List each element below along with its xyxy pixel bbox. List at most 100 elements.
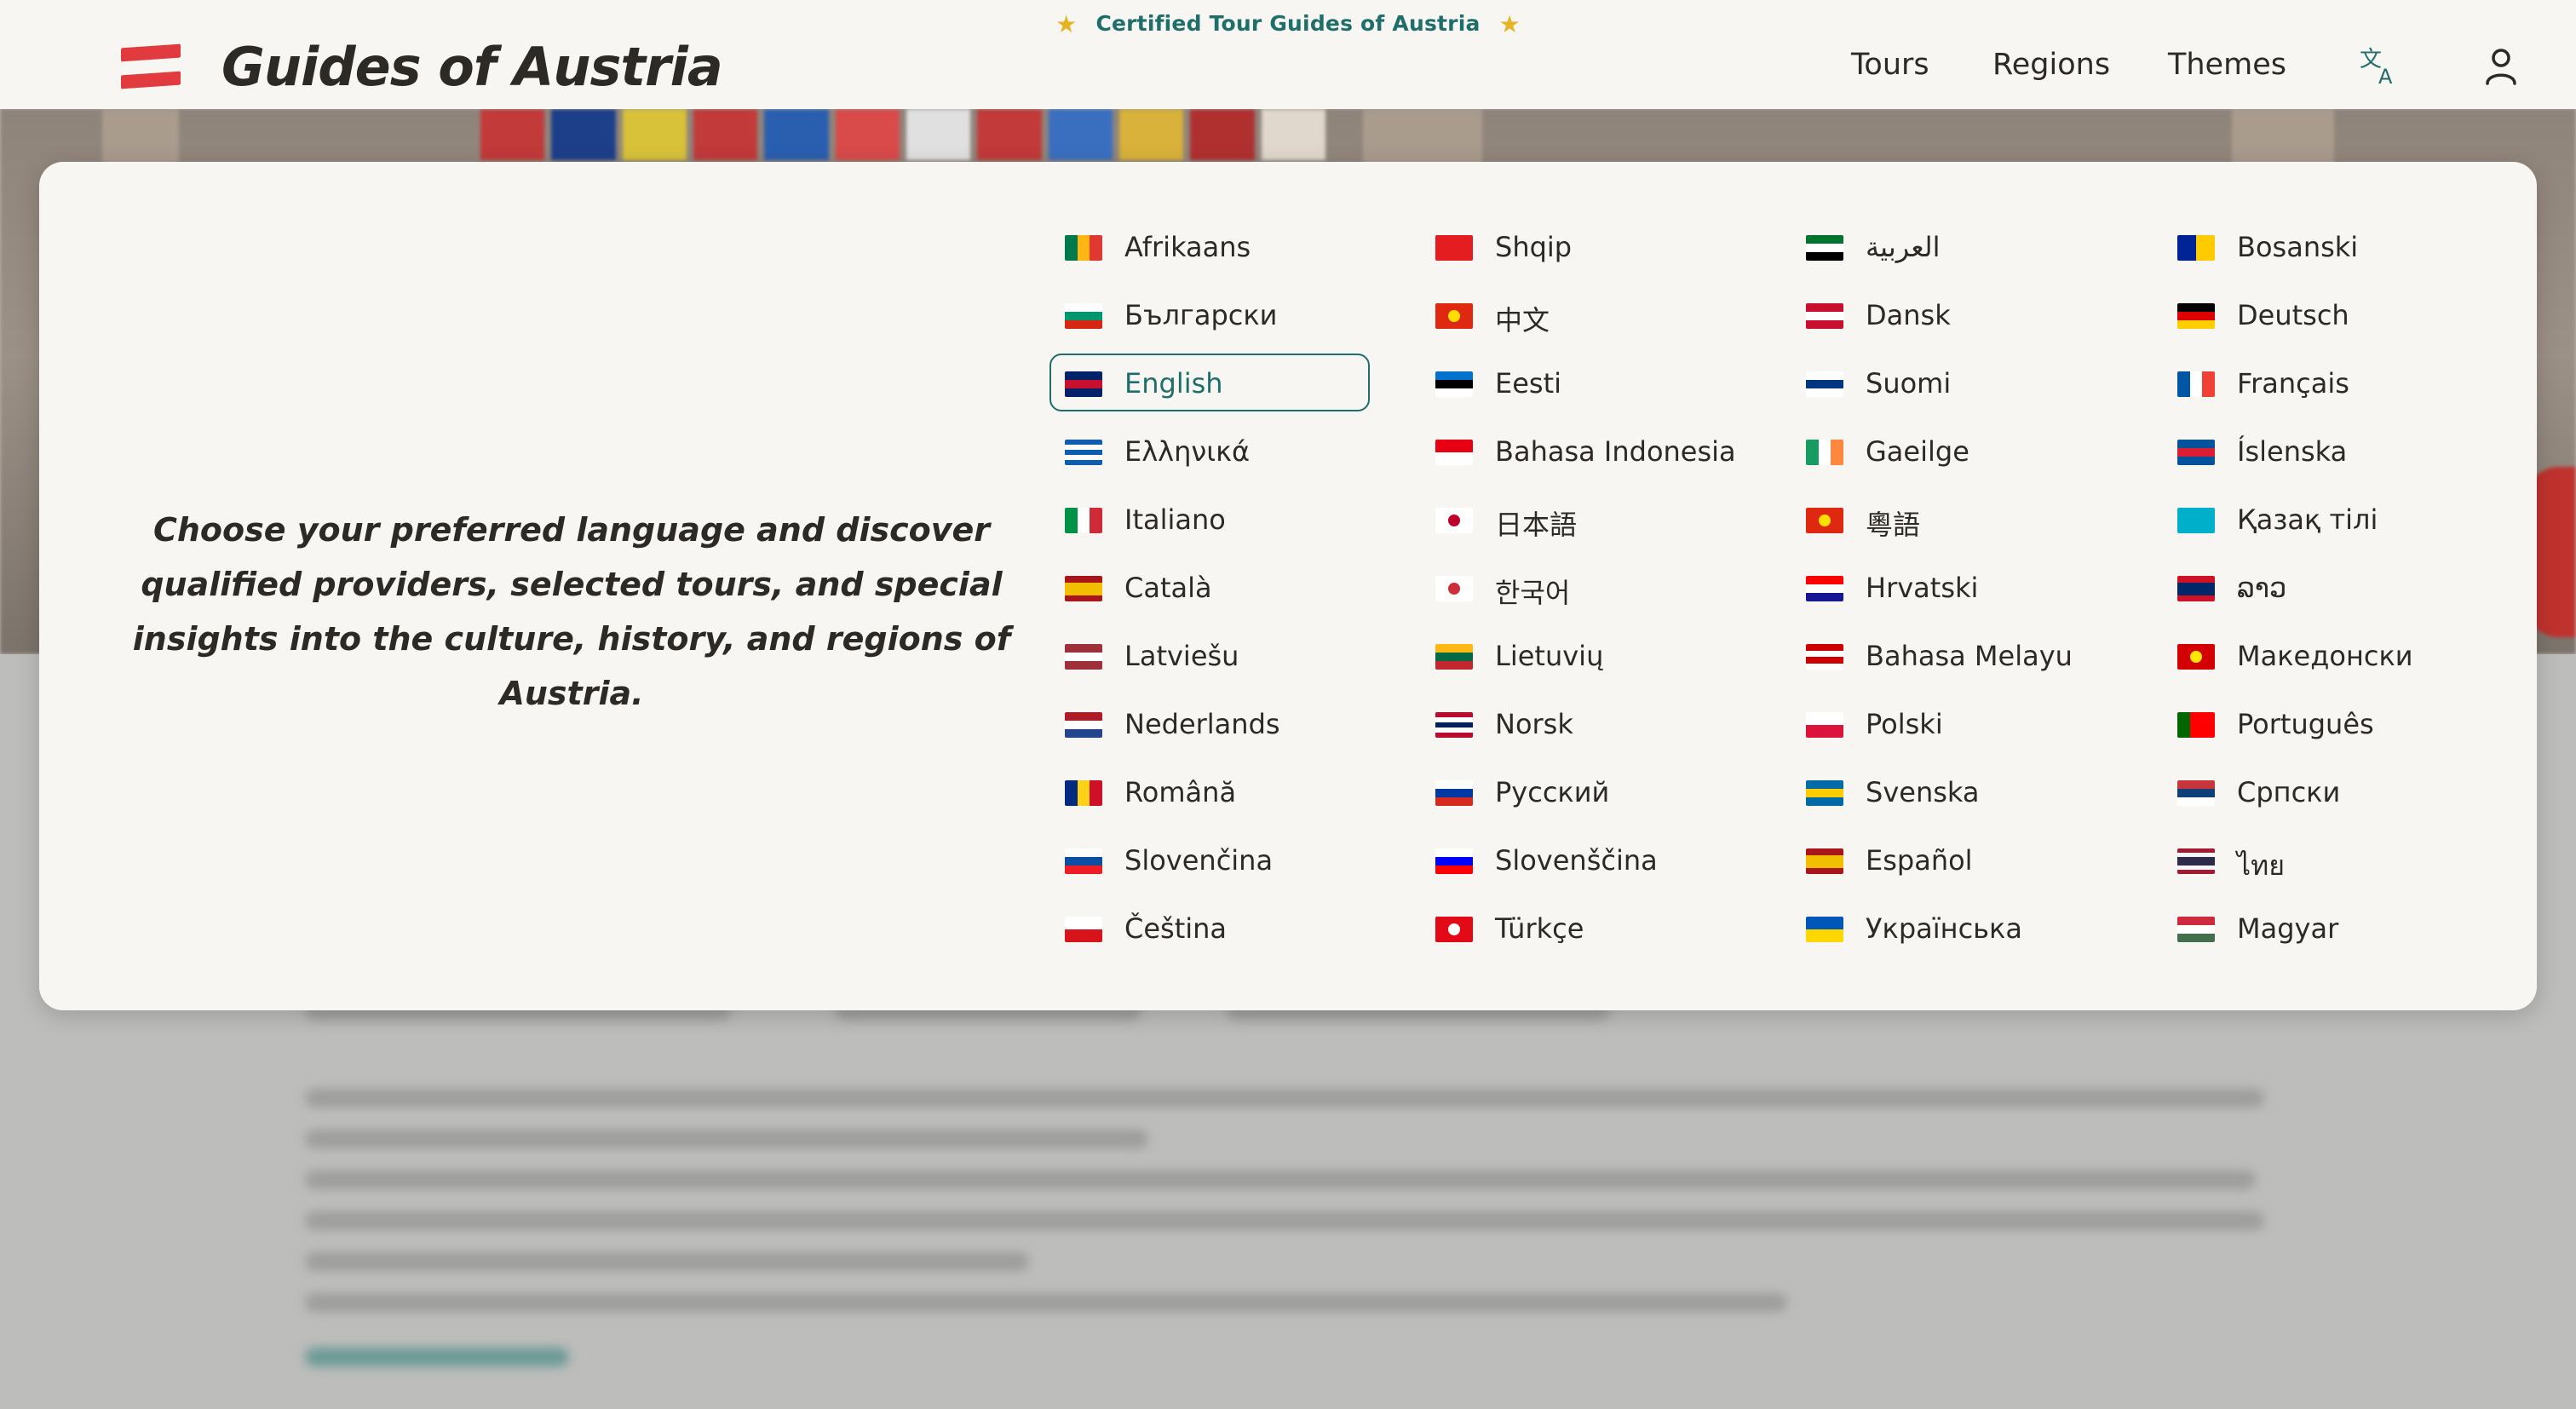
flag-icon [1435,644,1473,670]
language-option[interactable]: Čeština [1049,899,1370,957]
language-option[interactable]: Magyar [2162,899,2482,957]
flag-icon [1065,303,1102,329]
flag-icon [1065,780,1102,806]
language-option[interactable]: Русский [1420,762,1740,820]
language-option[interactable]: Ελληνικά [1049,422,1370,480]
flag-icon [1435,917,1473,942]
language-option-label: Türkçe [1495,912,1584,945]
language-option[interactable]: Lietuvių [1420,626,1740,684]
language-option[interactable]: Svenska [1791,762,2111,820]
language-option[interactable]: Nederlands [1049,694,1370,752]
language-option[interactable]: ລາວ [2162,558,2482,616]
flag-icon [1806,371,1843,397]
language-option[interactable]: Deutsch [2162,285,2482,343]
austria-flag-icon[interactable] [121,43,181,89]
language-option[interactable]: Türkçe [1420,899,1740,957]
flag-icon [1065,644,1102,670]
flag-icon [2177,303,2215,329]
flag-icon [1806,508,1843,533]
flag-icon [1435,235,1473,261]
language-option-label: ไทย [2237,849,2285,882]
language-option-label: Bosanski [2237,231,2359,263]
language-option[interactable]: 日本語 [1420,490,1740,548]
language-option[interactable]: Македонски [2162,626,2482,684]
flag-icon [1806,235,1843,261]
flag-icon [1806,644,1843,670]
star-icon: ★ [1055,10,1078,38]
flag-icon [2177,508,2215,533]
flag-icon [1435,440,1473,465]
language-option[interactable]: Norsk [1420,694,1740,752]
flag-icon [2177,235,2215,261]
flag-icon [2177,848,2215,874]
language-option-label: Română [1124,776,1237,808]
flag-icon [1435,848,1473,874]
language-option-label: Norsk [1495,708,1573,740]
language-option[interactable]: Hrvatski [1791,558,2111,616]
language-option[interactable]: العربية [1791,217,2111,275]
language-option[interactable]: Slovenčina [1049,831,1370,889]
language-option[interactable]: Slovenščina [1420,831,1740,889]
language-option[interactable]: Српски [2162,762,2482,820]
language-option[interactable]: Bosanski [2162,217,2482,275]
language-option-label: Suomi [1866,367,1952,400]
language-option-label: English [1124,367,1223,400]
flag-icon [1065,917,1102,942]
language-option[interactable]: Français [2162,354,2482,411]
flag-icon [1065,712,1102,738]
language-option-label: Français [2237,367,2349,400]
language-option[interactable]: Bahasa Melayu [1791,626,2111,684]
language-option[interactable]: Shqip [1420,217,1740,275]
language-option-label: العربية [1866,231,1941,263]
language-option[interactable]: Afrikaans [1049,217,1370,275]
language-option[interactable]: Català [1049,558,1370,616]
star-icon: ★ [1498,10,1521,38]
language-option[interactable]: Қазақ тілі [2162,490,2482,548]
language-option-label: Magyar [2237,912,2339,945]
language-option-label: Українська [1866,912,2022,945]
language-option[interactable]: Gaeilge [1791,422,2111,480]
language-option[interactable]: 中文 [1420,285,1740,343]
flag-icon [1065,235,1102,261]
tagline: ★ Certified Tour Guides of Austria ★ [0,10,2576,38]
language-option-label: Italiano [1124,503,1226,536]
flag-icon [1065,508,1102,533]
nav-regions[interactable]: Regions [1992,48,2110,82]
language-option[interactable]: 粵語 [1791,490,2111,548]
language-option-label: Қазақ тілі [2237,503,2378,536]
flag-icon [1806,712,1843,738]
language-option[interactable]: 한국어 [1420,558,1740,616]
nav-themes[interactable]: Themes [2168,48,2286,82]
language-option[interactable]: Български [1049,285,1370,343]
language-option[interactable]: Dansk [1791,285,2111,343]
language-option[interactable]: Suomi [1791,354,2111,411]
flag-icon [2177,371,2215,397]
flag-icon [2177,917,2215,942]
translate-icon[interactable]: 文 A [2358,44,2402,89]
language-option-label: Polski [1866,708,1943,740]
language-option-label: Deutsch [2237,299,2349,331]
language-option[interactable]: Latviešu [1049,626,1370,684]
language-option[interactable]: Italiano [1049,490,1370,548]
language-option-label: Bahasa Melayu [1866,640,2073,672]
language-option-label: 中文 [1495,304,1550,336]
language-option[interactable]: English [1049,354,1370,411]
language-option[interactable]: Português [2162,694,2482,752]
flag-icon [1065,848,1102,874]
language-option[interactable]: Українська [1791,899,2111,957]
site-logo[interactable]: Guides of Austria [221,36,723,98]
language-option[interactable]: Bahasa Indonesia [1420,422,1740,480]
language-option[interactable]: ไทย [2162,831,2482,889]
flag-icon [1435,371,1473,397]
language-option[interactable]: Română [1049,762,1370,820]
language-option[interactable]: Íslenska [2162,422,2482,480]
user-icon[interactable] [2479,44,2523,89]
language-option-label: 粵語 [1866,509,1921,541]
language-option[interactable]: Polski [1791,694,2111,752]
flag-icon [2177,780,2215,806]
language-option[interactable]: Español [1791,831,2111,889]
language-option-label: Nederlands [1124,708,1280,740]
nav-tours[interactable]: Tours [1851,48,1929,82]
language-option[interactable]: Eesti [1420,354,1740,411]
language-option-label: Afrikaans [1124,231,1251,263]
